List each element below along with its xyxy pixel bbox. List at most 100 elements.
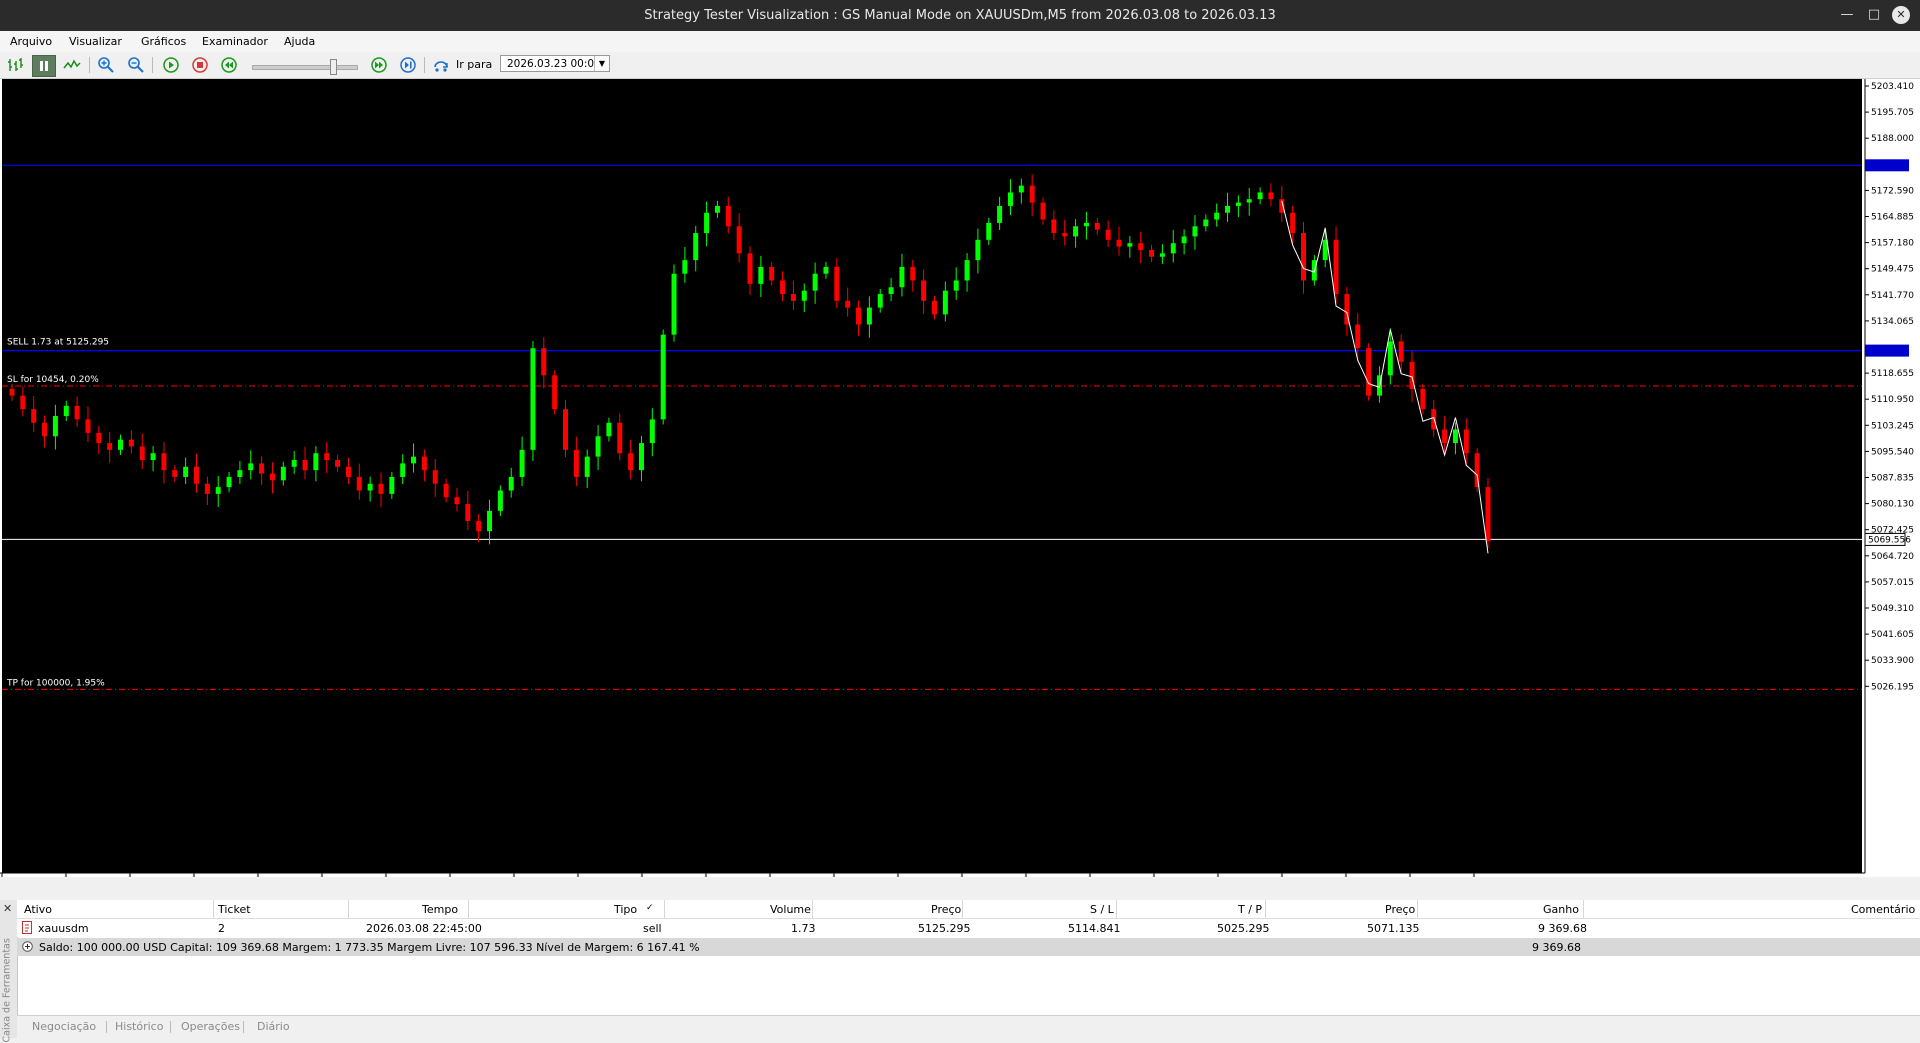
positions-header: Ativo Ticket Tempo Tipo ✓ Volume Preço S… xyxy=(17,900,1920,919)
tab-operacoes[interactable]: Operações xyxy=(181,1020,240,1033)
menu-ajuda[interactable]: Ajuda xyxy=(284,35,315,48)
maximize-icon[interactable]: □ xyxy=(1865,6,1883,24)
candle-body xyxy=(356,476,362,491)
chevron-down-icon[interactable]: ▼ xyxy=(594,56,609,71)
col-tempo[interactable]: Tempo xyxy=(422,903,458,916)
candle-body xyxy=(628,453,634,471)
candle-body xyxy=(389,476,395,494)
candle-body xyxy=(63,405,69,416)
tp-label: TP for 100000, 1.95% xyxy=(6,678,105,688)
candle-body xyxy=(932,300,937,315)
price-label: 5134.065 xyxy=(1871,317,1914,327)
step-icon[interactable] xyxy=(399,56,417,74)
candle-body xyxy=(1333,239,1339,295)
sl-label: SL for 10454, 0.20% xyxy=(7,375,99,385)
col-sl[interactable]: S / L xyxy=(1090,903,1114,916)
price-chart[interactable]: SELL 1.73 at 5125.295 SL for 10454, 0.20%… xyxy=(2,79,1862,873)
col-volume[interactable]: Volume xyxy=(770,903,811,916)
candle-body xyxy=(888,287,894,295)
candle-body xyxy=(921,280,927,301)
candle-body xyxy=(1159,253,1165,257)
speed-slider-track[interactable] xyxy=(252,65,358,70)
cell-sl: 5114.841 xyxy=(1068,922,1121,935)
candle-body xyxy=(1214,212,1220,220)
candle-body xyxy=(1387,341,1393,376)
cell-time: 2026.03.08 22:45:00 xyxy=(366,922,482,935)
price-label: 5095.540 xyxy=(1871,447,1914,457)
col-preco-atual[interactable]: Preço xyxy=(1385,903,1415,916)
col-tipo[interactable]: Tipo xyxy=(614,903,637,916)
candle-body xyxy=(128,439,134,447)
play-icon[interactable] xyxy=(162,56,180,74)
close-icon[interactable]: ✕ xyxy=(3,902,12,915)
expand-icon[interactable] xyxy=(22,941,33,952)
menu-visualizar[interactable]: Visualizar xyxy=(69,35,122,48)
price-label: 5072.425 xyxy=(1871,526,1914,536)
candle-body xyxy=(1398,341,1404,362)
price-label: 5157.180 xyxy=(1871,239,1914,249)
stop-icon[interactable] xyxy=(191,56,209,74)
candle-body xyxy=(649,419,655,444)
candle-body xyxy=(335,460,341,467)
candle-body xyxy=(823,266,829,274)
candle-body xyxy=(432,470,438,484)
rewind-icon[interactable] xyxy=(220,56,238,74)
candle-body xyxy=(161,453,167,471)
menu-arquivo[interactable]: Arquivo xyxy=(10,35,52,48)
price-label: 5118.655 xyxy=(1871,369,1914,379)
candle-body xyxy=(1181,236,1187,244)
candle-body xyxy=(215,487,221,494)
candle-body xyxy=(747,253,753,284)
cell-profit: 9 369.68 xyxy=(1538,922,1587,935)
price-label: 5141.770 xyxy=(1871,291,1914,301)
close-icon[interactable]: ✕ xyxy=(1892,6,1910,24)
col-tp[interactable]: T / P xyxy=(1238,903,1262,916)
candle-body xyxy=(487,510,493,532)
candle-body xyxy=(465,504,471,521)
candle-body xyxy=(942,290,948,315)
menu-graficos[interactable]: Gráficos xyxy=(141,35,186,48)
col-ticket[interactable]: Ticket xyxy=(218,903,251,916)
candle-body xyxy=(953,280,959,291)
candle-body xyxy=(1420,388,1426,410)
candle-body xyxy=(638,443,644,471)
cell-open-price: 5125.295 xyxy=(918,922,971,935)
speed-slider-thumb[interactable] xyxy=(330,59,337,75)
table-row[interactable]: xauusdm 2 2026.03.08 22:45:00 sell 1.73 … xyxy=(17,919,1920,937)
price-label: 5149.475 xyxy=(1871,265,1914,275)
candle-body xyxy=(1051,219,1057,234)
chart-bars-icon[interactable] xyxy=(6,56,24,74)
col-preco-abertura[interactable]: Preço xyxy=(931,903,961,916)
candle-body xyxy=(714,205,720,213)
zoom-out-icon[interactable] xyxy=(127,56,145,74)
col-ganho[interactable]: Ganho xyxy=(1543,903,1579,916)
toolbox-label: Caixa de Ferramentas xyxy=(1,938,13,1043)
tab-negociacao[interactable]: Negociação xyxy=(32,1020,96,1033)
candle-body xyxy=(910,266,916,281)
candle-body xyxy=(1246,199,1252,203)
minimize-icon[interactable]: — xyxy=(1838,6,1856,24)
tab-historico[interactable]: Histórico xyxy=(115,1020,163,1033)
col-comentario[interactable]: Comentário xyxy=(1851,903,1915,916)
col-ativo[interactable]: Ativo xyxy=(24,903,52,916)
menu-examinador[interactable]: Examinador xyxy=(202,35,268,48)
candle-body xyxy=(671,273,677,335)
candle-body xyxy=(400,463,406,477)
line-chart-icon[interactable] xyxy=(63,56,81,74)
cell-price: 5071.135 xyxy=(1367,922,1420,935)
tab-diario[interactable]: Diário xyxy=(257,1020,290,1033)
pause-icon[interactable] xyxy=(32,55,56,77)
zoom-in-icon[interactable] xyxy=(97,56,115,74)
candle-body xyxy=(324,453,330,461)
sell-label: SELL 1.73 at 5125.295 xyxy=(7,338,109,348)
fast-forward-icon[interactable] xyxy=(370,56,388,74)
checkmark-icon[interactable]: ✓ xyxy=(646,903,654,913)
candle-body xyxy=(118,439,124,450)
candle-body xyxy=(845,300,851,308)
candle-body xyxy=(1431,409,1437,430)
price-label: 5195.705 xyxy=(1871,108,1914,118)
goto-icon[interactable] xyxy=(431,56,451,74)
candle-body xyxy=(1029,185,1035,203)
cell-tp: 5025.295 xyxy=(1217,922,1270,935)
price-label: 5057.015 xyxy=(1871,578,1914,588)
